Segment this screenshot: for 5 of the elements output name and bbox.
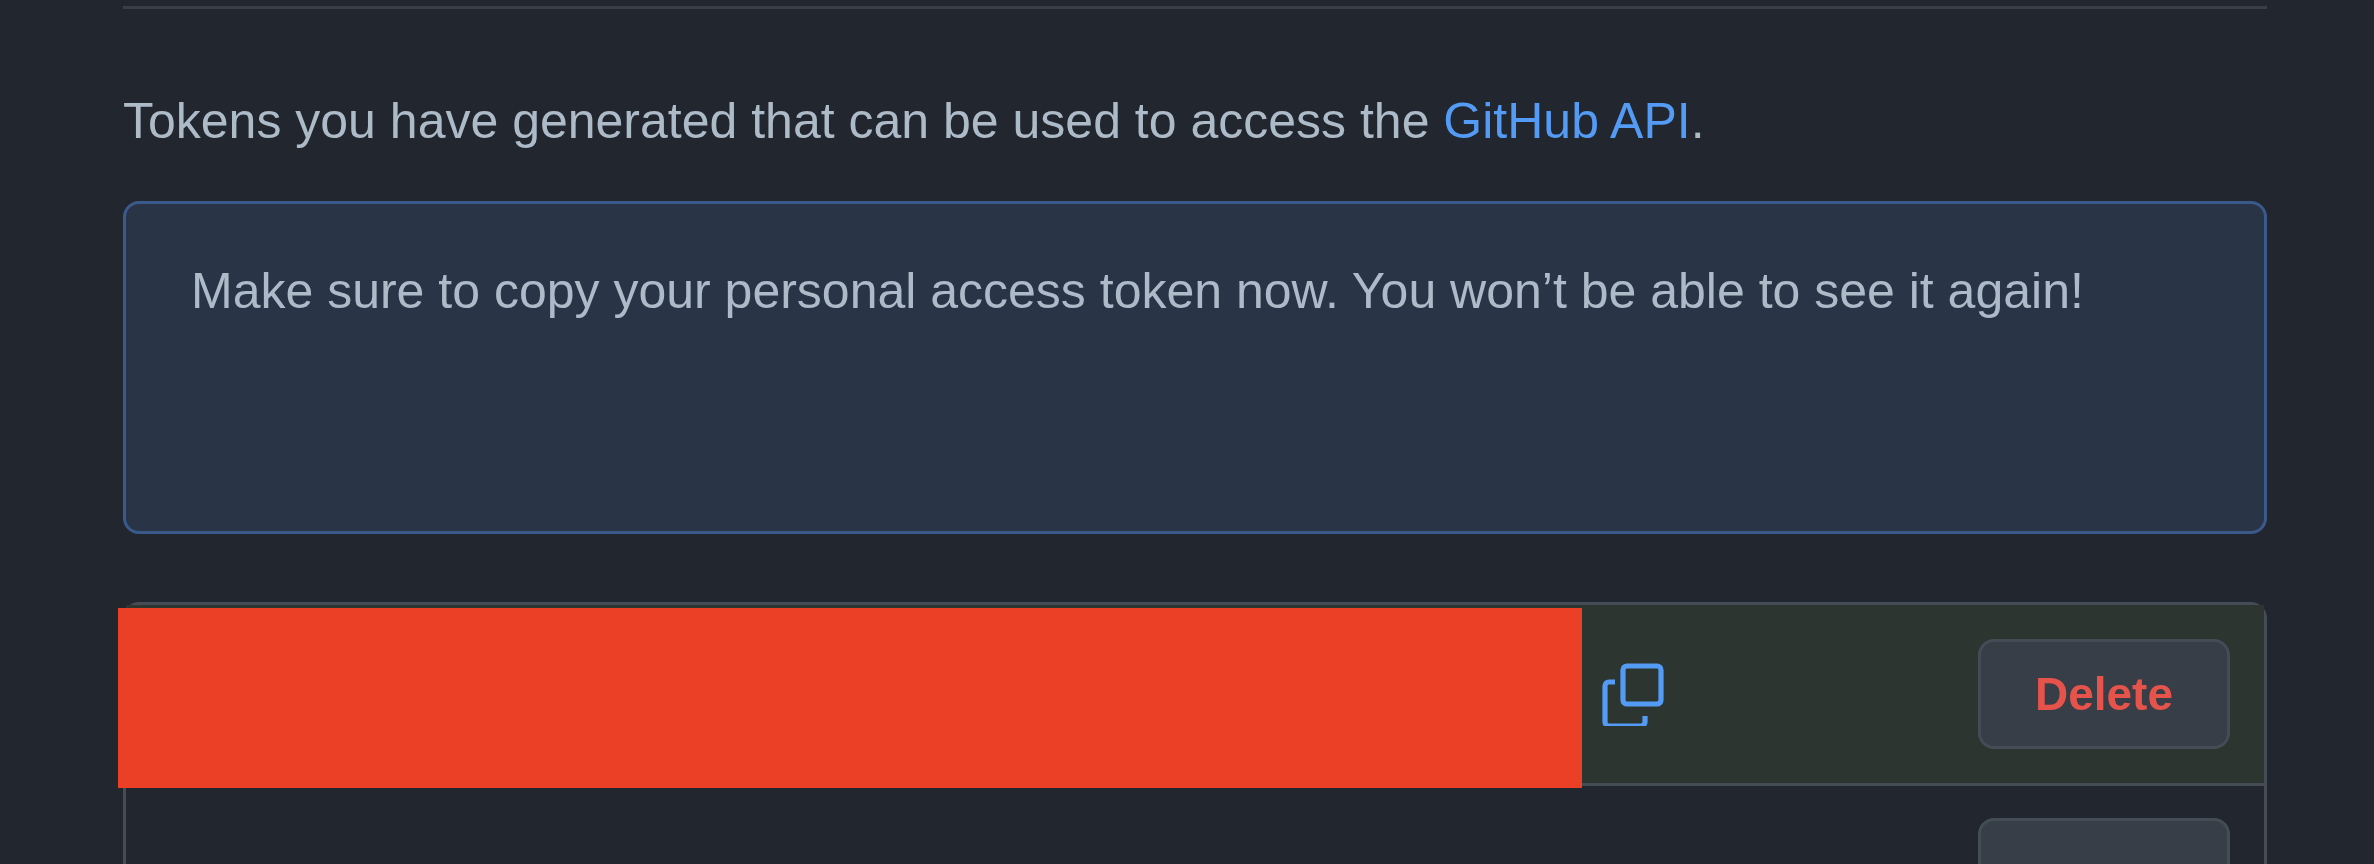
- delete-button[interactable]: Delete: [1978, 639, 2230, 749]
- copy-icon[interactable]: [1601, 662, 1665, 726]
- api-link[interactable]: GitHub API: [1443, 93, 1691, 149]
- intro-text: Tokens you have generated that can be used to access the GitHub API.: [123, 92, 1706, 151]
- notice-text: Make sure to copy your personal access token now. You won’t be able to see it again!: [191, 262, 2085, 321]
